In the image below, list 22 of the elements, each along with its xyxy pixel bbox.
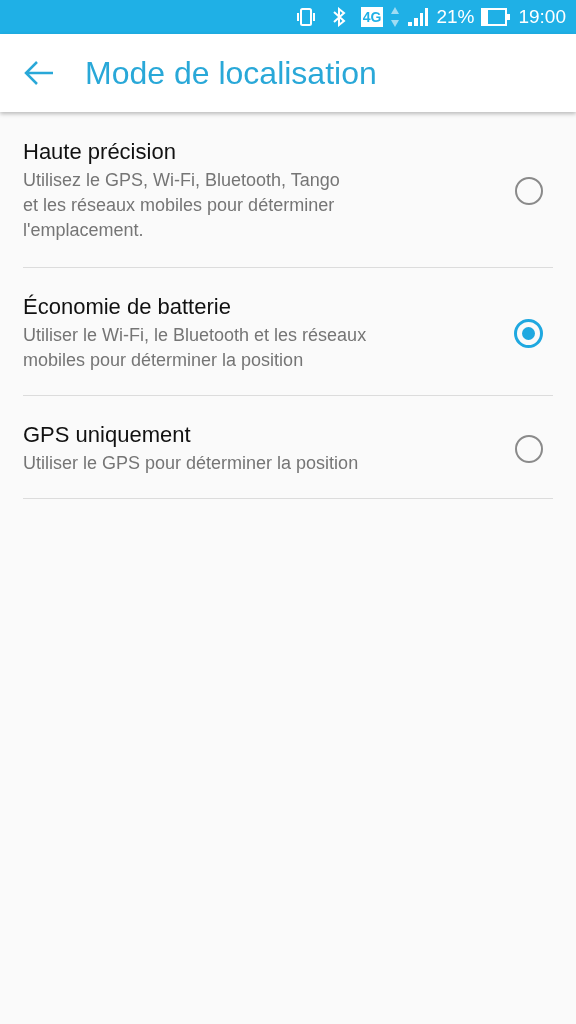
vibrate-icon <box>294 7 317 27</box>
option-title: GPS uniquement <box>23 422 192 448</box>
option-description: Utilisez le GPS, Wi-Fi, Bluetooth, Tango et les réseaux mobiles pour déterminer l'emplacement. <box>23 169 340 242</box>
location-mode-option[interactable]: GPS uniquement Utiliser le GPS pour déterminer la position <box>23 396 553 499</box>
location-mode-option[interactable]: Économie de batterie Utiliser le Wi-Fi, le Bluetooth et les réseaux mobiles pour déterminer la position <box>23 268 553 396</box>
battery-percentage: 21% <box>436 6 475 28</box>
option-description: Utiliser le GPS pour déterminer la position <box>23 452 359 475</box>
radio-button[interactable] <box>515 435 543 463</box>
back-arrow-icon <box>23 60 55 86</box>
radio-button[interactable] <box>514 319 543 348</box>
option-title: Haute précision <box>23 139 177 165</box>
radio-button[interactable] <box>515 177 543 205</box>
data-activity-icon <box>390 6 401 28</box>
network-type-badge: 4G <box>360 7 384 27</box>
signal-icon <box>407 7 430 27</box>
option-description: Utiliser le Wi-Fi, le Bluetooth et les réseaux mobiles pour déterminer la position <box>23 324 367 372</box>
screen-title: Mode de localisation <box>85 54 377 92</box>
battery-icon <box>481 7 512 27</box>
bluetooth-icon <box>331 7 346 27</box>
location-mode-option[interactable]: Haute précision Utilisez le GPS, Wi-Fi, Bluetooth, Tango et les réseaux mobiles pour déterminer l'emplacement. <box>23 112 553 268</box>
clock: 19:00 <box>518 6 566 28</box>
option-title: Économie de batterie <box>23 294 232 320</box>
